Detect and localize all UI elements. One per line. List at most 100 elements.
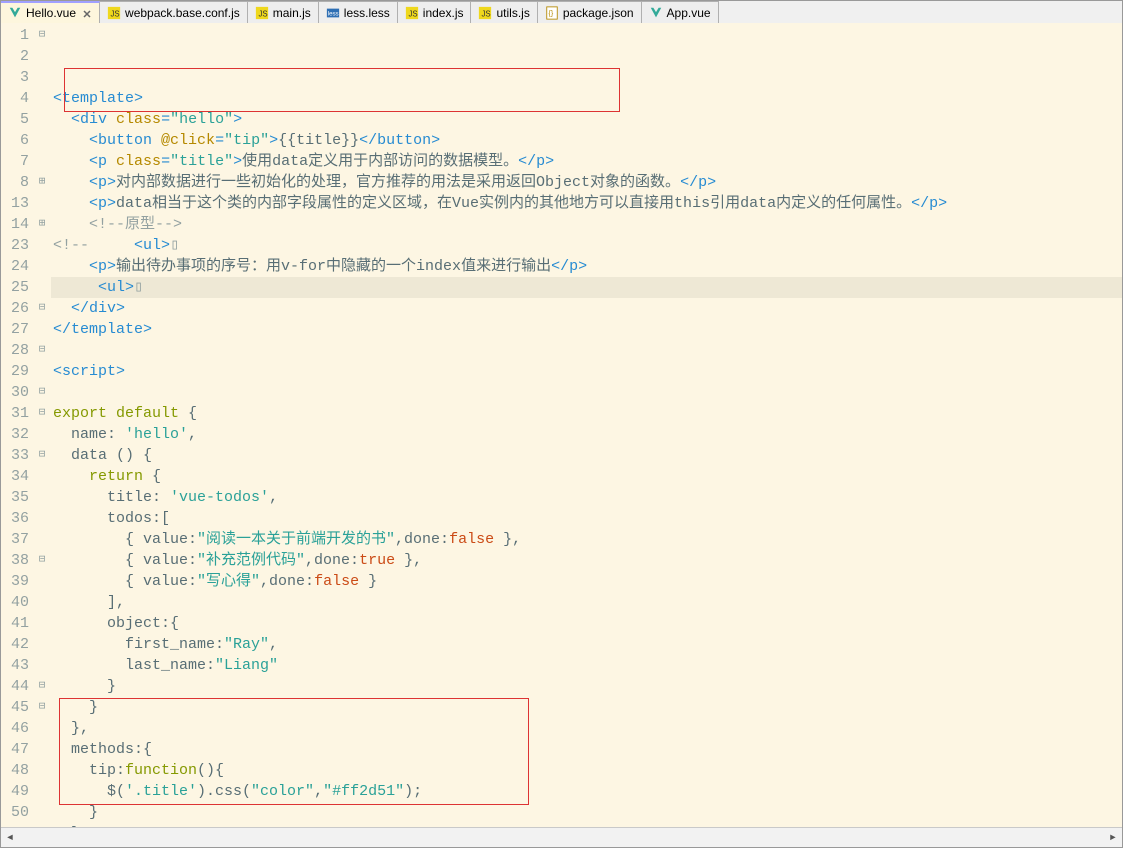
fold-toggle[interactable]: ⊞: [33, 214, 51, 235]
horizontal-scrollbar[interactable]: ◂ ▸: [1, 827, 1122, 847]
code-line[interactable]: },: [53, 718, 1122, 739]
code-line[interactable]: $('.title').css("color","#ff2d51");: [53, 781, 1122, 802]
line-number: 14: [1, 214, 29, 235]
fold-toggle[interactable]: ⊟: [33, 382, 51, 403]
code-line[interactable]: <p>输出待办事项的序号：用v-for中隐藏的一个index值来进行输出</p>: [53, 256, 1122, 277]
code-line[interactable]: }: [53, 823, 1122, 827]
line-number: 31: [1, 403, 29, 424]
code-line[interactable]: todos:[: [53, 508, 1122, 529]
tab-main-js[interactable]: JSmain.js: [248, 1, 319, 23]
code-line[interactable]: <ul>▯: [53, 277, 1122, 298]
close-icon[interactable]: [82, 8, 92, 18]
svg-text:JS: JS: [482, 9, 491, 18]
line-number-gutter: 1234567813142324252627282930313233343536…: [1, 23, 33, 827]
line-number: 8: [1, 172, 29, 193]
code-line[interactable]: <p>data相当于这个类的内部字段属性的定义区域，在Vue实例内的其他地方可以…: [53, 193, 1122, 214]
fold-toggle: [33, 193, 51, 214]
code-line[interactable]: <button @click="tip">{{title}}</button>: [53, 130, 1122, 151]
code-line[interactable]: { value:"写心得",done:false }: [53, 571, 1122, 592]
code-line[interactable]: <!--原型-->: [53, 214, 1122, 235]
fold-toggle: [33, 508, 51, 529]
fold-toggle: [33, 361, 51, 382]
line-number: 39: [1, 571, 29, 592]
fold-toggle: [33, 319, 51, 340]
code-line[interactable]: return {: [53, 466, 1122, 487]
tab-less-less[interactable]: lessless.less: [319, 1, 398, 23]
code-line[interactable]: }: [53, 802, 1122, 823]
code-line[interactable]: export default {: [53, 403, 1122, 424]
scroll-track[interactable]: [19, 829, 1104, 847]
line-number: 28: [1, 340, 29, 361]
code-line[interactable]: <template>: [53, 88, 1122, 109]
code-line[interactable]: title: 'vue-todos',: [53, 487, 1122, 508]
code-area[interactable]: <template> <div class="hello"> <button @…: [51, 23, 1122, 827]
fold-toggle[interactable]: ⊟: [33, 676, 51, 697]
fold-toggle: [33, 109, 51, 130]
tab-app-vue[interactable]: App.vue: [642, 1, 719, 23]
line-number: 25: [1, 277, 29, 298]
code-line[interactable]: <div class="hello">: [53, 109, 1122, 130]
file-type-icon: [8, 6, 22, 20]
fold-toggle[interactable]: ⊟: [33, 340, 51, 361]
code-line[interactable]: [53, 382, 1122, 403]
tab-label: index.js: [423, 6, 464, 20]
fold-column[interactable]: ⊟⊞⊞⊟⊟⊟⊟⊟⊟⊟⊟: [33, 23, 51, 827]
line-number: 30: [1, 382, 29, 403]
code-line[interactable]: </template>: [53, 319, 1122, 340]
code-line[interactable]: first_name:"Ray",: [53, 634, 1122, 655]
tab-label: utils.js: [496, 6, 529, 20]
fold-toggle: [33, 46, 51, 67]
code-line[interactable]: }: [53, 676, 1122, 697]
code-line[interactable]: <p>对内部数据进行一些初始化的处理，官方推荐的用法是采用返回Object对象的…: [53, 172, 1122, 193]
line-number: 42: [1, 634, 29, 655]
tab-hello-vue[interactable]: Hello.vue: [1, 1, 100, 23]
fold-toggle[interactable]: ⊟: [33, 298, 51, 319]
line-number: 5: [1, 109, 29, 130]
code-line[interactable]: <p class="title">使用data定义用于内部访问的数据模型。</p…: [53, 151, 1122, 172]
code-line[interactable]: ],: [53, 592, 1122, 613]
line-number: 36: [1, 508, 29, 529]
code-line[interactable]: { value:"补充范例代码",done:true },: [53, 550, 1122, 571]
fold-toggle[interactable]: ⊞: [33, 172, 51, 193]
line-number: 34: [1, 466, 29, 487]
code-line[interactable]: <script>: [53, 361, 1122, 382]
fold-toggle[interactable]: ⊟: [33, 550, 51, 571]
scroll-left-arrow[interactable]: ◂: [1, 829, 19, 847]
code-line[interactable]: </div>: [53, 298, 1122, 319]
line-number: 6: [1, 130, 29, 151]
line-number: 33: [1, 445, 29, 466]
line-number: 2: [1, 46, 29, 67]
code-line[interactable]: { value:"阅读一本关于前端开发的书",done:false },: [53, 529, 1122, 550]
tab-package-json[interactable]: {}package.json: [538, 1, 642, 23]
fold-toggle[interactable]: ⊟: [33, 445, 51, 466]
fold-toggle[interactable]: ⊟: [33, 697, 51, 718]
tab-label: App.vue: [667, 6, 711, 20]
code-line[interactable]: tip:function(){: [53, 760, 1122, 781]
line-number: 26: [1, 298, 29, 319]
code-line[interactable]: last_name:"Liang": [53, 655, 1122, 676]
code-line[interactable]: methods:{: [53, 739, 1122, 760]
code-line[interactable]: data () {: [53, 445, 1122, 466]
tab-utils-js[interactable]: JS utils.js: [471, 1, 537, 23]
svg-text:JS: JS: [111, 9, 120, 18]
code-line[interactable]: name: 'hello',: [53, 424, 1122, 445]
tab-index-js[interactable]: JS index.js: [398, 1, 472, 23]
fold-toggle: [33, 151, 51, 172]
tab-webpack-base-conf-js[interactable]: JSwebpack.base.conf.js: [100, 1, 248, 23]
code-editor[interactable]: 1234567813142324252627282930313233343536…: [1, 23, 1122, 827]
file-type-icon: JS: [405, 6, 419, 20]
fold-toggle[interactable]: ⊟: [33, 25, 51, 46]
line-number: 43: [1, 655, 29, 676]
scroll-right-arrow[interactable]: ▸: [1104, 829, 1122, 847]
line-number: 7: [1, 151, 29, 172]
tab-label: less.less: [344, 6, 390, 20]
line-number: 45: [1, 697, 29, 718]
line-number: 35: [1, 487, 29, 508]
code-line[interactable]: }: [53, 697, 1122, 718]
fold-toggle: [33, 781, 51, 802]
code-line[interactable]: <!-- <ul>▯: [53, 235, 1122, 256]
code-line[interactable]: [53, 340, 1122, 361]
fold-toggle[interactable]: ⊟: [33, 403, 51, 424]
fold-toggle: [33, 487, 51, 508]
code-line[interactable]: object:{: [53, 613, 1122, 634]
